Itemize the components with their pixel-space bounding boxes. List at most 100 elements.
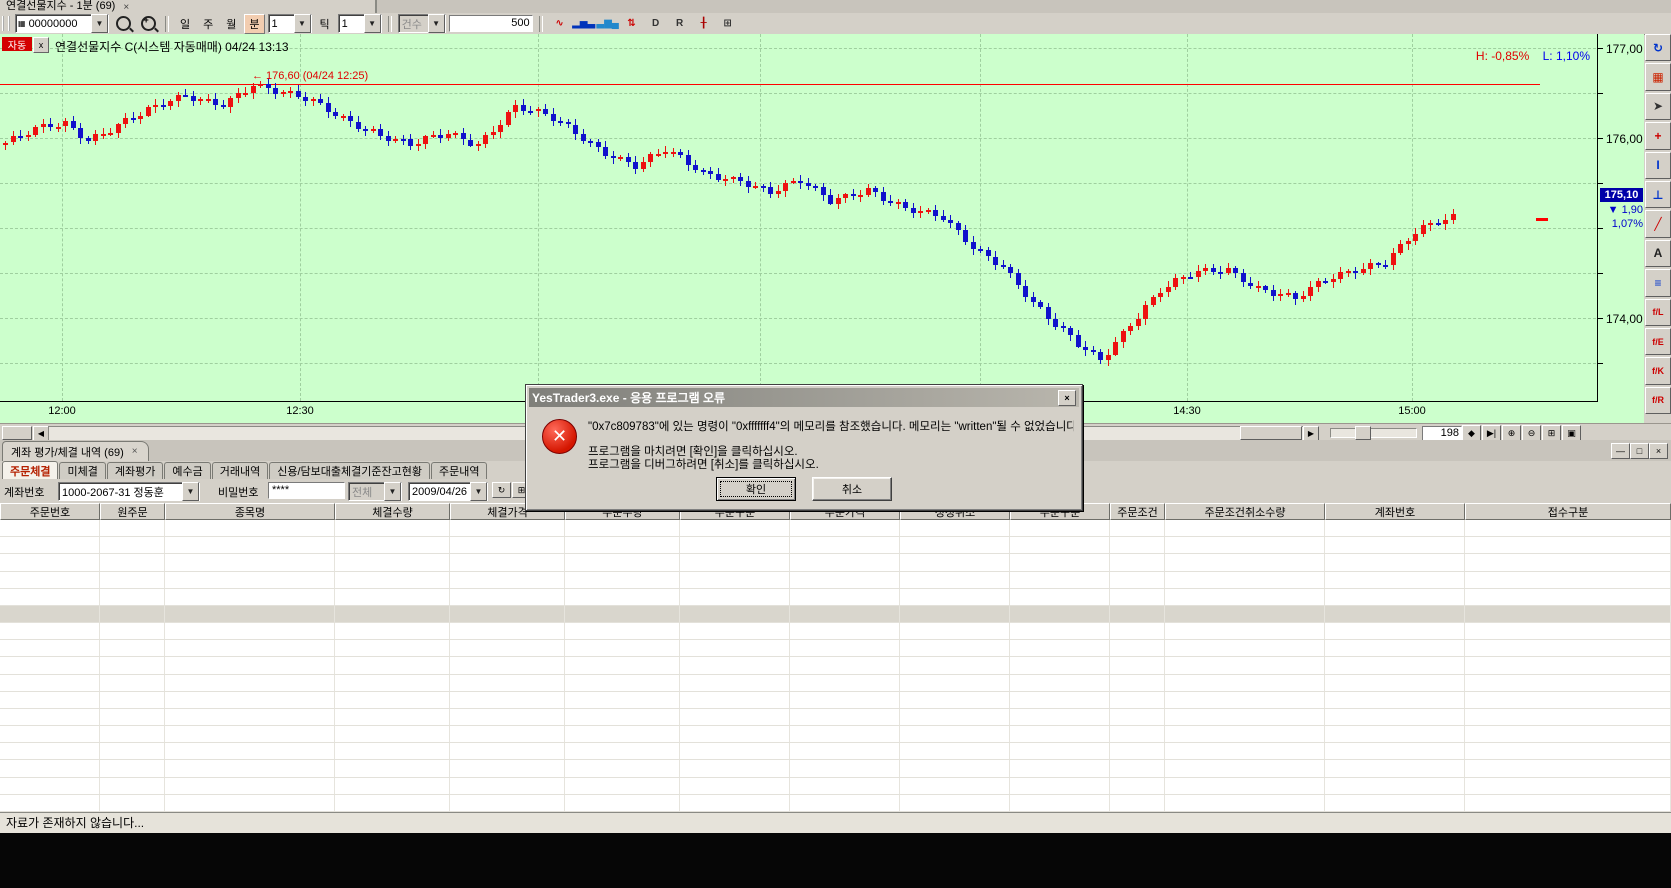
scroll-left-button[interactable]: ◀ [33, 426, 49, 441]
close-icon[interactable]: x [33, 37, 49, 53]
jump-diamond-button[interactable]: ◆ [1462, 425, 1481, 441]
candle-body [1271, 290, 1276, 296]
chevron-down-icon[interactable]: ▼ [470, 482, 487, 501]
chevron-down-icon[interactable]: ▼ [182, 482, 199, 501]
column-header[interactable]: 주문번호 [0, 503, 100, 520]
table-cell [335, 572, 450, 588]
scroll-right-button[interactable]: ▶ [1303, 426, 1319, 441]
dialog-title-bar[interactable]: YesTrader3.exe - 응용 프로그램 오류 × [529, 388, 1079, 407]
order-report-button[interactable]: R [669, 14, 691, 33]
chevron-down-icon[interactable]: ▼ [294, 14, 311, 33]
crosshair-button[interactable]: + [1645, 122, 1671, 149]
jump-end-button[interactable]: ▶| [1482, 425, 1501, 441]
chevron-down-icon[interactable]: ▼ [364, 14, 381, 33]
subtab-5[interactable]: 거래내역 [212, 462, 268, 479]
symbol-combo[interactable]: ▦ 00000000 ▼ [15, 14, 109, 33]
candle-body [1338, 272, 1343, 279]
zoom-in-button[interactable]: ⊕ [1502, 425, 1521, 441]
table-row [0, 606, 1671, 623]
candle-body [393, 139, 398, 141]
subtab-1[interactable]: 주문체결 [2, 461, 58, 479]
chart-document-tab[interactable]: 연결선물지수 - 1분 (69) × [0, 0, 377, 13]
period-week-button[interactable]: 주 [198, 14, 218, 34]
account-pane-tab[interactable]: 계좌 평가/체결 내역 (69) × [2, 441, 149, 461]
period-day-button[interactable]: 일 [175, 14, 195, 34]
column-header[interactable]: 주문조건취소수량 [1165, 503, 1325, 520]
cancel-button[interactable]: 취소 [812, 477, 892, 501]
candle-body [903, 202, 908, 208]
count-input[interactable]: 500 [449, 15, 533, 32]
scrollbar-thumb[interactable] [1240, 426, 1302, 440]
subtab-6[interactable]: 신용/담보대출체결기준잔고현황 [269, 462, 430, 479]
search-plus-button[interactable] [137, 14, 159, 33]
table-cell [0, 572, 100, 588]
toolbar-grip[interactable] [2, 16, 10, 31]
layout-grid-button[interactable]: ⊞ [717, 14, 739, 33]
period-minute-button[interactable]: 분 [244, 14, 264, 34]
close-icon[interactable]: × [132, 446, 138, 457]
indicator-lines-button[interactable]: ≡ [1645, 269, 1671, 296]
password-field[interactable]: **** [268, 482, 345, 499]
refresh-button[interactable]: ↻ [492, 482, 511, 498]
tick-combo[interactable]: 1 ▼ [338, 14, 382, 33]
price-line-button[interactable]: I [1645, 152, 1671, 179]
table-cell [1325, 537, 1465, 553]
subtab-2[interactable]: 미체결 [59, 462, 105, 479]
formula-r-button[interactable]: f/R [1645, 387, 1671, 414]
restore-button[interactable]: □ [1630, 443, 1649, 459]
count-combo[interactable]: 건수 ▼ [398, 14, 446, 33]
subtab-4[interactable]: 예수금 [164, 462, 210, 479]
account-combo[interactable]: 1000-2067-31 정동훈 ▼ [58, 482, 200, 501]
formula-l-button[interactable]: f/L [1645, 299, 1671, 326]
trendline-button[interactable]: ╱ [1645, 210, 1671, 237]
column-header[interactable]: 종목명 [165, 503, 335, 520]
chart-grid-button[interactable]: ▦ [1645, 63, 1671, 90]
chevron-down-icon[interactable]: ▼ [384, 482, 401, 501]
formula-k-button[interactable]: f/K [1645, 357, 1671, 384]
close-icon[interactable]: × [123, 2, 129, 13]
bar-chart-button[interactable]: ▂▅▃ [573, 14, 595, 33]
candle-body [693, 165, 698, 170]
candle-style-button[interactable]: ╂ [693, 14, 715, 33]
volume-chart-button[interactable]: ▃▆▄ [597, 14, 619, 33]
candle-body [1016, 273, 1021, 286]
close-button[interactable]: × [1649, 443, 1668, 459]
chevron-down-icon[interactable]: ▼ [91, 14, 108, 33]
minimize-button[interactable]: — [1611, 443, 1630, 459]
pointer-button[interactable]: ➤ [1645, 93, 1671, 120]
anchor-line-button[interactable]: ⊥ [1645, 181, 1671, 208]
formula-e-button[interactable]: f/E [1645, 328, 1671, 355]
bar-count-input[interactable]: 198 [1422, 426, 1462, 441]
bar-width-slider-track[interactable] [1330, 428, 1417, 438]
panel-toggle-button[interactable]: ▣ [1562, 425, 1581, 441]
line-chart-button[interactable]: ∿ [549, 14, 571, 33]
scope-combo[interactable]: 전체 ▼ [348, 482, 402, 501]
bar-width-slider-thumb[interactable] [1355, 426, 1371, 440]
tick-label[interactable]: 틱 [315, 14, 335, 34]
column-header[interactable]: 계좌번호 [1325, 503, 1465, 520]
candle-body [356, 122, 361, 130]
column-header[interactable]: 접수구분 [1465, 503, 1671, 520]
column-header[interactable]: 체결수량 [335, 503, 450, 520]
subtab-7[interactable]: 주문내역 [431, 462, 487, 479]
text-tool-button[interactable]: A [1645, 240, 1671, 267]
chart-plot-area[interactable] [0, 34, 1597, 401]
table-row [0, 554, 1671, 571]
subtab-3[interactable]: 계좌평가 [107, 462, 163, 479]
refresh-button[interactable]: ↻ [1645, 34, 1671, 61]
chevron-down-icon[interactable]: ▼ [428, 14, 445, 33]
updown-arrows-button[interactable]: ⇅ [621, 14, 643, 33]
close-button[interactable]: × [1058, 390, 1076, 406]
minute-combo[interactable]: 1 ▼ [268, 14, 312, 33]
ok-button[interactable]: 확인 [716, 477, 796, 501]
date-combo[interactable]: 2009/04/26 ▼ [408, 482, 488, 501]
search-button[interactable] [112, 14, 134, 33]
splitter-handle[interactable] [2, 426, 32, 440]
grid-toggle-button[interactable]: ⊞ [1542, 425, 1561, 441]
column-header[interactable]: 주문조건 [1110, 503, 1165, 520]
period-month-button[interactable]: 월 [221, 14, 241, 34]
column-header[interactable]: 원주문 [100, 503, 165, 520]
table-cell [1010, 743, 1110, 759]
zoom-out-button[interactable]: ⊖ [1522, 425, 1541, 441]
order-day-button[interactable]: D [645, 14, 667, 33]
